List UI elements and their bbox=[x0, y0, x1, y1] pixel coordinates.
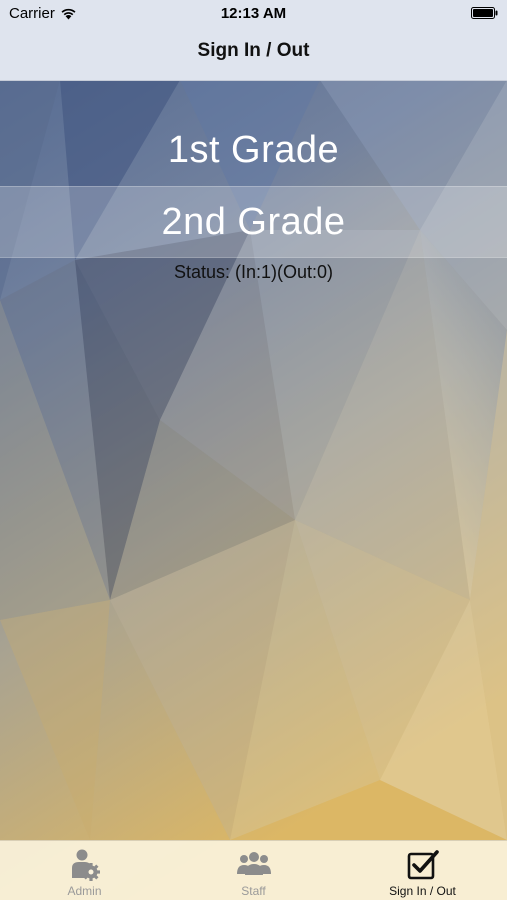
battery-icon bbox=[471, 7, 498, 19]
admin-gear-user-icon bbox=[71, 849, 100, 881]
tab-admin-label: Admin bbox=[67, 884, 102, 898]
sign-status-text: Status: (In:1)(Out:0) bbox=[173, 262, 334, 282]
tab-sign-in-out-label: Sign In / Out bbox=[389, 884, 456, 898]
status-time: 12:13 AM bbox=[220, 5, 287, 22]
navigation-bar: Carrier 12:13 AM Sign In / Out bbox=[0, 0, 507, 81]
grade-label: 1st Grade bbox=[167, 128, 340, 171]
checkbox-checked-icon bbox=[407, 850, 439, 880]
grade-row-1st-grade[interactable]: 1st Grade bbox=[0, 114, 507, 186]
grade-row-2nd-grade[interactable]: 2nd Grade bbox=[0, 186, 507, 258]
page-title: Sign In / Out bbox=[197, 40, 310, 61]
group-people-icon bbox=[236, 852, 271, 875]
app-screen: Carrier 12:13 AM Sign In / Out 1st Grade… bbox=[0, 0, 507, 900]
tab-sign-in-out[interactable]: Sign In / Out bbox=[338, 841, 507, 900]
status-bar: Carrier 12:13 AM bbox=[0, 0, 507, 28]
tab-admin[interactable]: Admin bbox=[0, 841, 169, 900]
tab-staff-label: Staff bbox=[241, 884, 266, 898]
grade-label: 2nd Grade bbox=[161, 200, 346, 243]
tab-staff[interactable]: Staff bbox=[169, 841, 338, 900]
tab-bar: Admin Staff Sign In / Out bbox=[0, 840, 507, 900]
